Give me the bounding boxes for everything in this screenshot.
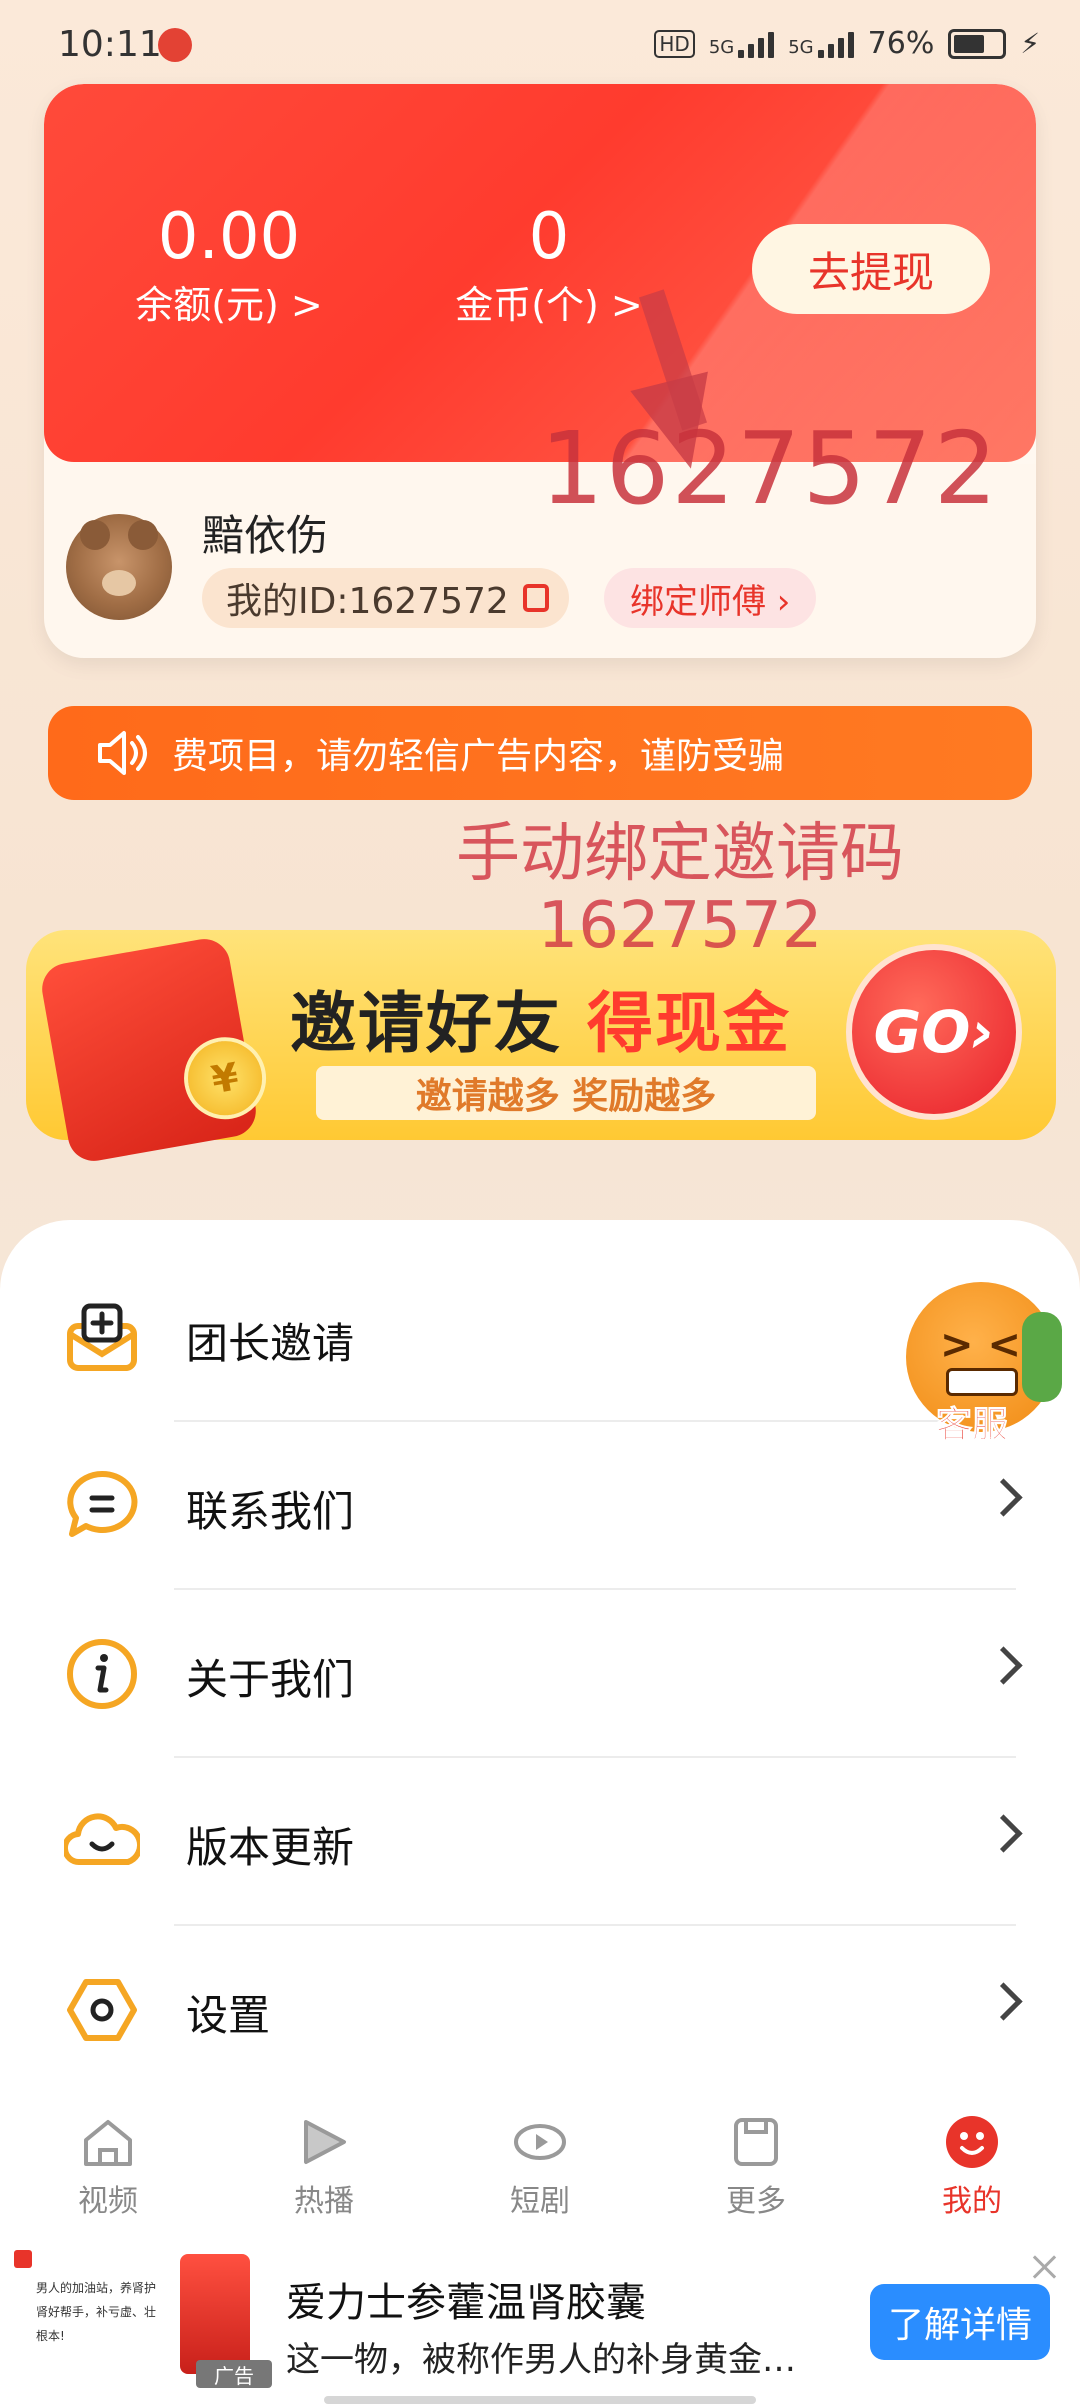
home-indicator[interactable] bbox=[324, 2396, 756, 2404]
charging-icon: ⚡ bbox=[1020, 27, 1040, 60]
coins-value: 0 bbox=[528, 200, 570, 274]
ad-description: 这一物，被称作男人的补身黄金… bbox=[286, 2340, 796, 2380]
red-envelope-icon: ¥ bbox=[38, 935, 273, 1165]
user-id-pill[interactable]: 我的ID:1627572 bbox=[202, 568, 569, 628]
annotation-invite-code: 手动绑定邀请码1627572 bbox=[456, 817, 904, 963]
menu-label: 关于我们 bbox=[186, 1655, 355, 1704]
notice-bar[interactable]: 费项目，请勿轻信广告内容，谨防受骗 bbox=[48, 706, 1032, 800]
service-label: 客服 bbox=[935, 1405, 1009, 1447]
hexagon-settings-icon bbox=[67, 1979, 137, 2041]
signal-5g-1: 5G bbox=[709, 30, 775, 58]
annotation-id-text: 1627572 bbox=[540, 410, 1000, 527]
coins-stat[interactable]: 0 金币(个) > bbox=[424, 200, 674, 329]
hd-icon: HD bbox=[654, 29, 695, 58]
user-id-text: 我的ID:1627572 bbox=[226, 581, 509, 622]
account-card: 0.00 余额(元) > 0 金币(个) > 去提现 黯依伤 我的ID:1627… bbox=[44, 84, 1036, 658]
ad-banner[interactable]: 男人的加油站，养肾护肾好帮手，补亏虚、壮根本! 广告 爱力士参藿温肾胶囊 这一物… bbox=[0, 2220, 1080, 2408]
nav-label: 我的 bbox=[942, 2184, 1002, 2219]
mascot-eyes: > < bbox=[940, 1322, 1021, 1368]
bottom-nav: 视频 热播 短剧 更多 我的 bbox=[0, 2090, 1080, 2220]
avatar[interactable] bbox=[66, 514, 172, 620]
nav-label: 热播 bbox=[294, 2184, 354, 2219]
withdraw-button[interactable]: 去提现 bbox=[752, 224, 990, 314]
chat-bubble-icon bbox=[67, 1470, 138, 1537]
banner-title: 邀请好友 得现金 bbox=[290, 985, 791, 1062]
chevron-right-icon bbox=[984, 1646, 1023, 1685]
envelope-plus-icon bbox=[67, 1303, 137, 1371]
menu-label: 团长邀请 bbox=[186, 1319, 355, 1368]
nav-item-more[interactable]: 更多 bbox=[686, 2090, 826, 2220]
ad-cta-button[interactable]: 了解详情 bbox=[870, 2284, 1050, 2360]
app-notification-icon bbox=[158, 28, 192, 62]
ad-thumb-text: 男人的加油站，养肾护肾好帮手，补亏虚、壮根本! bbox=[36, 2281, 157, 2343]
menu-label: 设置 bbox=[186, 1991, 271, 2040]
eye-play-icon bbox=[514, 2124, 566, 2160]
close-icon[interactable] bbox=[1030, 2252, 1060, 2282]
cloud-smile-icon bbox=[64, 1813, 140, 1866]
ad-app-icon bbox=[14, 2250, 32, 2268]
nav-item-short-drama[interactable]: 短剧 bbox=[470, 2090, 610, 2220]
status-indicators: HD 5G 5G 76% ⚡ bbox=[654, 26, 1040, 61]
ad-title: 爱力士参藿温肾胶囊 bbox=[286, 2280, 646, 2326]
menu-item-about[interactable]: 关于我们 bbox=[0, 1590, 1080, 1758]
go-button[interactable]: GO› bbox=[846, 944, 1022, 1120]
nav-item-hot[interactable]: 热播 bbox=[254, 2090, 394, 2220]
signal-icon bbox=[738, 30, 775, 58]
signal-5g-2: 5G bbox=[788, 30, 854, 58]
speaker-icon bbox=[92, 723, 152, 783]
battery-percent: 76% bbox=[867, 26, 935, 61]
play-icon bbox=[304, 2120, 346, 2164]
nav-item-video[interactable]: 视频 bbox=[38, 2090, 178, 2220]
headset-icon bbox=[1022, 1312, 1062, 1402]
nav-label: 短剧 bbox=[510, 2184, 570, 2219]
status-time: 10:11 bbox=[58, 24, 162, 65]
banner-subtitle: 邀请越多 奖励越多 bbox=[316, 1066, 816, 1120]
nav-item-mine[interactable]: 我的 bbox=[902, 2090, 1042, 2220]
notice-text: 费项目，请勿轻信广告内容，谨防受骗 bbox=[172, 736, 785, 777]
chevron-right-icon bbox=[984, 1814, 1023, 1853]
copy-icon[interactable] bbox=[522, 584, 549, 612]
balance-stat[interactable]: 0.00 余额(元) > bbox=[104, 200, 354, 329]
square-icon bbox=[734, 2118, 778, 2166]
menu-item-settings[interactable]: 设置 bbox=[0, 1926, 1080, 2094]
bind-master-button[interactable]: 绑定师傅 › bbox=[604, 568, 817, 628]
battery-icon bbox=[948, 28, 1007, 59]
menu-item-update[interactable]: 版本更新 bbox=[0, 1758, 1080, 1926]
username: 黯依伤 bbox=[202, 511, 329, 560]
ad-product-image bbox=[180, 2254, 250, 2374]
ad-thumbnail: 男人的加油站，养肾护肾好帮手，补亏虚、壮根本! bbox=[14, 2250, 174, 2380]
balance-value: 0.00 bbox=[157, 200, 301, 274]
profile-icon bbox=[946, 2116, 998, 2168]
info-icon bbox=[67, 1639, 137, 1709]
customer-service-button[interactable]: > < 客服 bbox=[900, 1272, 1076, 1458]
balance-header: 0.00 余额(元) > 0 金币(个) > 去提现 bbox=[44, 84, 1036, 464]
menu-label: 版本更新 bbox=[186, 1823, 355, 1872]
nav-label: 更多 bbox=[726, 2184, 786, 2219]
nav-label: 视频 bbox=[78, 2184, 138, 2219]
chevron-right-icon bbox=[984, 1982, 1023, 2021]
ad-label: 广告 bbox=[196, 2360, 272, 2388]
menu-label: 联系我们 bbox=[186, 1487, 355, 1536]
chevron-right-icon bbox=[984, 1478, 1023, 1517]
home-icon bbox=[84, 2120, 132, 2166]
coins-label: 金币(个) > bbox=[455, 283, 643, 327]
balance-label: 余额(元) > bbox=[135, 283, 323, 327]
signal-icon bbox=[817, 30, 854, 58]
